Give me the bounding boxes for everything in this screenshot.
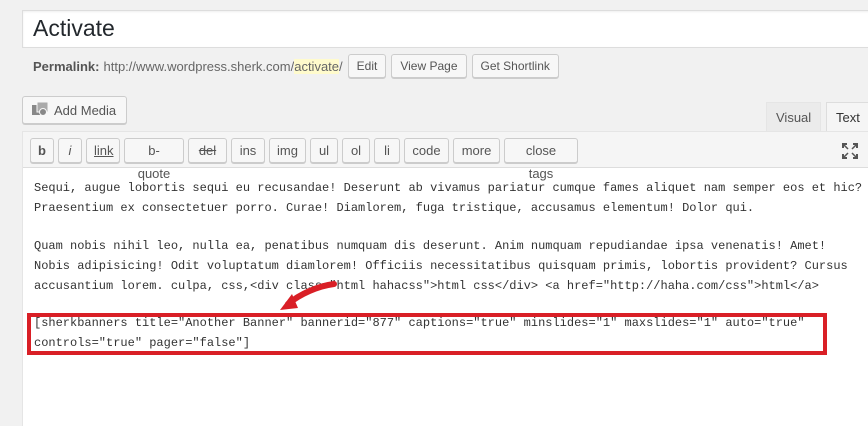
permalink-slug[interactable]: activate: [294, 58, 340, 74]
quicktag-img-button[interactable]: img: [269, 138, 306, 163]
quicktag-ins-button[interactable]: ins: [231, 138, 265, 163]
quicktag-italic-button[interactable]: i: [58, 138, 82, 163]
tab-visual[interactable]: Visual: [766, 102, 822, 132]
edit-permalink-button[interactable]: Edit: [347, 54, 387, 78]
permalink-base-url: http://www.wordpress.sherk.com/: [103, 58, 295, 74]
text-editor[interactable]: b i link b-quote del ins img ul ol li co…: [22, 131, 868, 426]
media-icon: [31, 101, 49, 119]
post-title-input[interactable]: [33, 15, 853, 42]
quicktag-bquote-button[interactable]: b-quote: [124, 138, 184, 181]
get-shortlink-button[interactable]: Get Shortlink: [471, 54, 559, 78]
add-media-label: Add Media: [54, 102, 117, 118]
shortcode-highlight-box: [27, 313, 827, 355]
quicktag-close-tags-button[interactable]: close tags: [504, 138, 578, 181]
permalink-trailing-slash: /: [339, 58, 343, 74]
fullscreen-icon[interactable]: [841, 142, 859, 160]
title-field-wrapper: [22, 10, 868, 48]
permalink-row: Permalink: http://www.wordpress.sherk.co…: [33, 54, 559, 78]
add-media-button[interactable]: Add Media: [22, 96, 128, 124]
quicktag-link-button[interactable]: link: [86, 138, 120, 163]
quicktag-del-button[interactable]: del: [188, 138, 227, 163]
view-page-button[interactable]: View Page: [391, 54, 467, 78]
content-paragraph-2: Quam nobis nihil leo, nulla ea, penatibu…: [34, 239, 855, 293]
quicktags-toolbar: b i link b-quote del ins img ul ol li co…: [23, 132, 868, 181]
quicktag-li-button[interactable]: li: [374, 138, 400, 163]
annotation-arrow-icon: [280, 281, 337, 310]
quicktag-more-button[interactable]: more: [453, 138, 500, 163]
permalink-label: Permalink:: [33, 58, 100, 74]
quicktag-code-button[interactable]: code: [404, 138, 449, 163]
content-paragraph-1: Sequi, augue lobortis sequi eu recusanda…: [34, 181, 863, 215]
quicktag-ol-button[interactable]: ol: [342, 138, 370, 163]
quicktag-ul-button[interactable]: ul: [310, 138, 338, 163]
tab-text[interactable]: Text: [826, 102, 868, 132]
quicktag-bold-button[interactable]: b: [30, 138, 54, 163]
